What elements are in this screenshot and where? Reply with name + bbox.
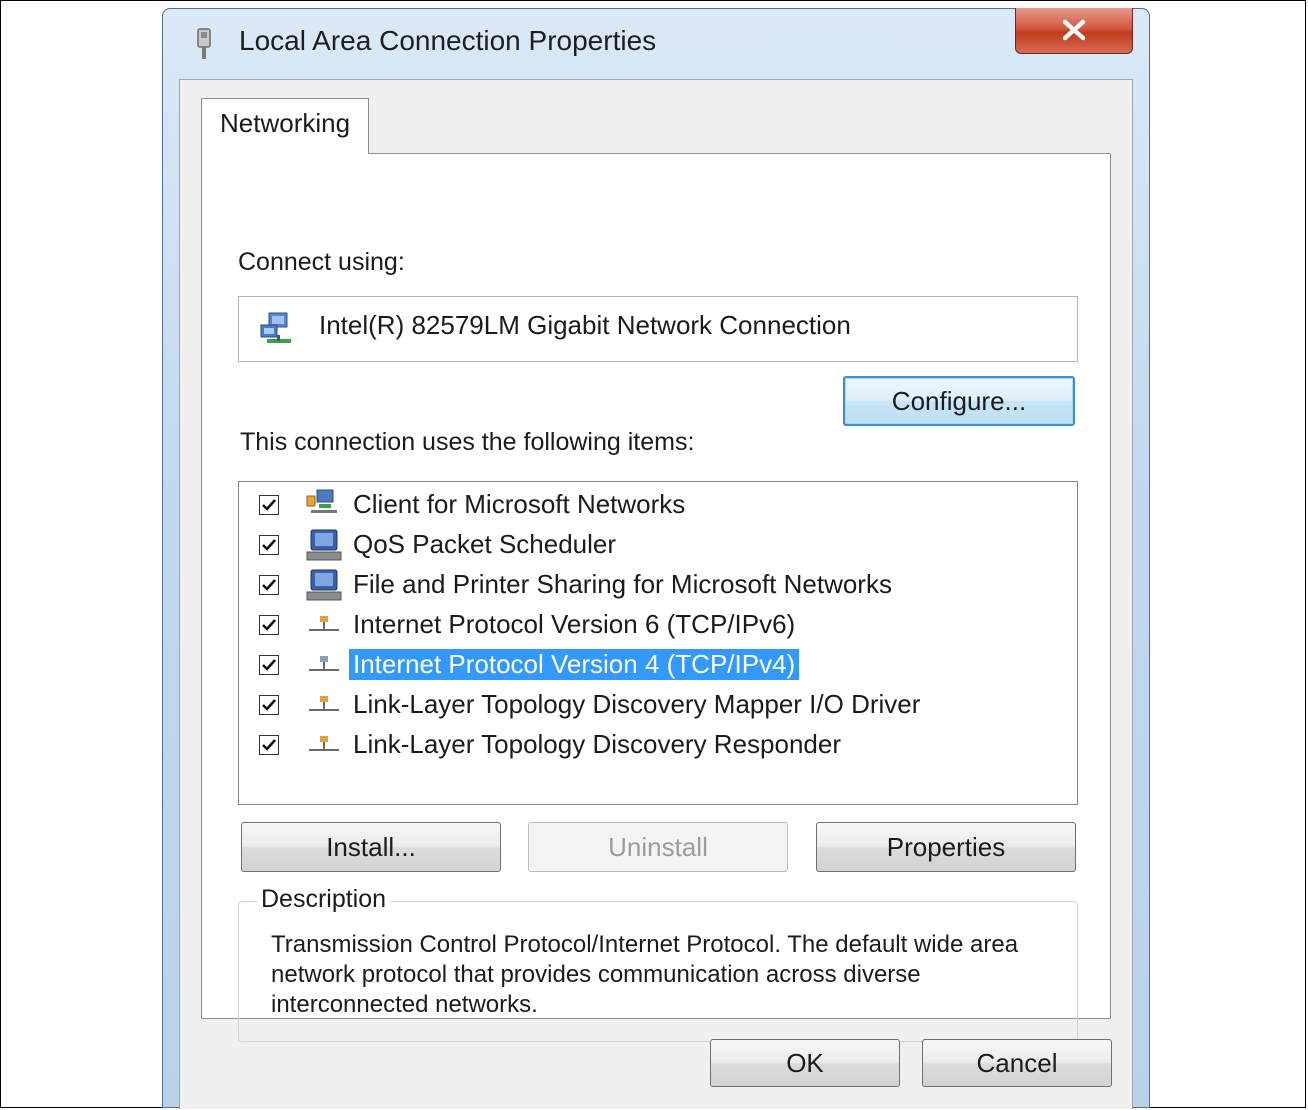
ok-button[interactable]: OK — [710, 1039, 900, 1087]
item-label: Link-Layer Topology Discovery Mapper I/O… — [353, 689, 921, 719]
adapter-name: Intel(R) 82579LM Gigabit Network Connect… — [319, 310, 851, 340]
protocol-icon — [309, 656, 339, 671]
item-checkbox[interactable] — [259, 495, 279, 515]
adapter-box: Intel(R) 82579LM Gigabit Network Connect… — [238, 296, 1078, 362]
list-item[interactable]: File and Printer Sharing for Microsoft N… — [239, 566, 1059, 604]
checkmark-icon — [262, 619, 276, 631]
protocol-icon — [309, 616, 339, 631]
properties-dialog: Local Area Connection Properties Network… — [162, 8, 1150, 1109]
install-button[interactable]: Install... — [241, 822, 501, 872]
network-adapter-icon — [260, 312, 291, 343]
network-client-icon — [306, 489, 337, 513]
tab-networking[interactable]: Networking — [201, 98, 369, 154]
connect-using-label: Connect using: — [238, 248, 405, 276]
cancel-button[interactable]: Cancel — [922, 1039, 1112, 1087]
configure-button[interactable]: Configure... — [843, 376, 1075, 426]
properties-button[interactable]: Properties — [816, 822, 1076, 872]
network-connection-icon — [197, 28, 211, 59]
items-label: This connection uses the following items… — [240, 428, 695, 456]
description-legend: Description — [257, 885, 391, 914]
item-label: QoS Packet Scheduler — [353, 529, 617, 559]
list-item[interactable]: Client for Microsoft Networks — [239, 486, 1059, 524]
window-title: Local Area Connection Properties — [239, 25, 657, 56]
item-checkbox[interactable] — [259, 575, 279, 595]
title-bar[interactable]: Local Area Connection Properties — [163, 8, 1149, 79]
close-button[interactable] — [1015, 8, 1133, 54]
description-text: Transmission Control Protocol/Internet P… — [271, 931, 1019, 1018]
checkmark-icon — [262, 539, 276, 551]
items-list[interactable]: Client for Microsoft Networks QoS Packet… — [238, 481, 1078, 805]
list-item[interactable]: QoS Packet Scheduler — [239, 526, 1059, 564]
item-checkbox[interactable] — [259, 735, 279, 755]
item-label: Internet Protocol Version 4 (TCP/IPv4) — [349, 649, 800, 680]
item-label: File and Printer Sharing for Microsoft N… — [353, 569, 892, 599]
uninstall-button[interactable]: Uninstall — [528, 822, 788, 872]
item-checkbox[interactable] — [259, 655, 279, 675]
checkmark-icon — [262, 739, 276, 751]
networking-tab-panel: Connect using: Intel(R) 82579LM Gigabit … — [201, 153, 1111, 1042]
protocol-icon — [309, 736, 339, 751]
item-label: Client for Microsoft Networks — [353, 489, 686, 519]
checkmark-icon — [262, 579, 276, 591]
item-label: Link-Layer Topology Discovery Responder — [353, 729, 841, 759]
list-item[interactable]: Internet Protocol Version 4 (TCP/IPv4) — [239, 646, 1059, 684]
list-item[interactable]: Link-Layer Topology Discovery Responder — [239, 726, 1059, 764]
item-checkbox[interactable] — [259, 615, 279, 635]
computer-service-icon — [306, 529, 342, 561]
computer-service-icon — [306, 569, 342, 601]
item-checkbox[interactable] — [259, 695, 279, 715]
checkmark-icon — [262, 699, 276, 711]
checkmark-icon — [262, 499, 276, 511]
protocol-icon — [309, 696, 339, 711]
checkmark-icon — [262, 659, 276, 671]
list-item[interactable]: Internet Protocol Version 6 (TCP/IPv6) — [239, 606, 1059, 644]
description-group: Description Transmission Control Protoco… — [238, 885, 1078, 1042]
item-checkbox[interactable] — [259, 535, 279, 555]
item-label: Internet Protocol Version 6 (TCP/IPv6) — [353, 609, 796, 639]
list-item[interactable]: Link-Layer Topology Discovery Mapper I/O… — [239, 686, 1059, 724]
close-icon — [1062, 19, 1086, 41]
dialog-client-area: Networking Connect using: Intel(R) 82579… — [179, 79, 1133, 1109]
